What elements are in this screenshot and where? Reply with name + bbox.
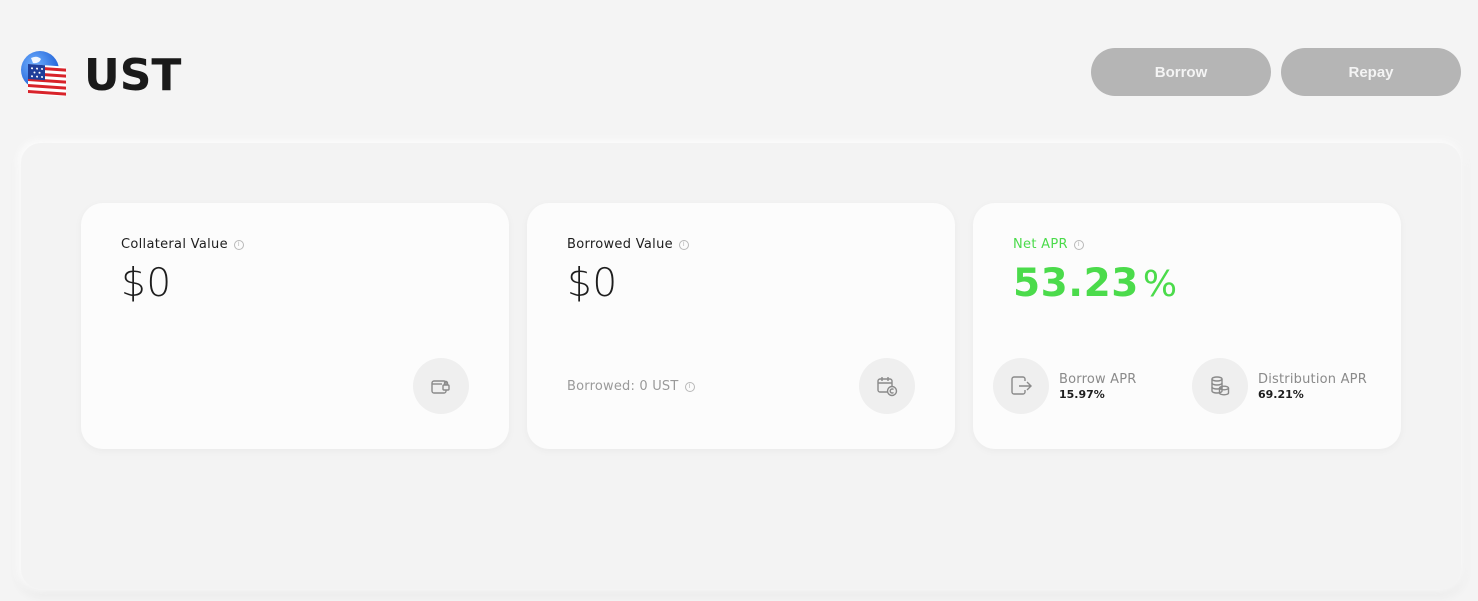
- info-icon[interactable]: i: [678, 239, 689, 250]
- repay-button[interactable]: Repay: [1281, 48, 1461, 96]
- ust-flag-logo-icon: [19, 50, 69, 98]
- wallet-out-icon: [993, 358, 1049, 414]
- borrow-apr-value: 15.97%: [1059, 387, 1105, 401]
- info-icon[interactable]: i: [1073, 239, 1084, 250]
- net-apr-value: 53.23%: [1013, 261, 1178, 306]
- net-apr-number: 53.23: [1013, 261, 1139, 306]
- distribution-apr-text: Distribution APR 69.21%: [1258, 372, 1367, 401]
- borrow-apr-text: Borrow APR 15.97%: [1059, 372, 1137, 401]
- distribution-apr-label: Distribution APR: [1258, 371, 1367, 387]
- page-title: UST: [84, 50, 182, 101]
- distribution-apr-item: Distribution APR 69.21%: [1192, 358, 1367, 414]
- collateral-value-label: Collateral Value: [121, 237, 228, 252]
- borrow-apr-label: Borrow APR: [1059, 371, 1137, 387]
- calendar-coin-icon: [859, 358, 915, 414]
- wallet-lock-icon: [413, 358, 469, 414]
- net-apr-label: Net APR: [1013, 237, 1068, 252]
- info-icon[interactable]: i: [233, 239, 244, 250]
- net-apr-label-row: Net APR i: [1013, 237, 1084, 252]
- borrow-button[interactable]: Borrow: [1091, 48, 1271, 96]
- collateral-value-amount: $0: [121, 261, 172, 306]
- collateral-value-card: Collateral Value i $0: [81, 203, 509, 449]
- borrowed-value-amount: $0: [567, 261, 618, 306]
- page-header: UST Borrow Repay: [0, 0, 1478, 130]
- coin-stack-icon: [1192, 358, 1248, 414]
- borrowed-value-label: Borrowed Value: [567, 237, 673, 252]
- info-icon[interactable]: i: [684, 381, 695, 392]
- net-apr-card: Net APR i 53.23% Borrow APR 15.97% Distr…: [973, 203, 1401, 449]
- borrowed-amount-row: Borrowed: 0 UST i: [567, 379, 695, 394]
- distribution-apr-value: 69.21%: [1258, 387, 1304, 401]
- borrowed-value-label-row: Borrowed Value i: [567, 237, 689, 252]
- borrowed-amount-text: Borrowed: 0 UST: [567, 379, 679, 394]
- net-apr-unit: %: [1142, 264, 1178, 305]
- borrowed-value-card: Borrowed Value i $0 Borrowed: 0 UST i: [527, 203, 955, 449]
- collateral-value-label-row: Collateral Value i: [121, 237, 244, 252]
- borrow-apr-item: Borrow APR 15.97%: [993, 358, 1137, 414]
